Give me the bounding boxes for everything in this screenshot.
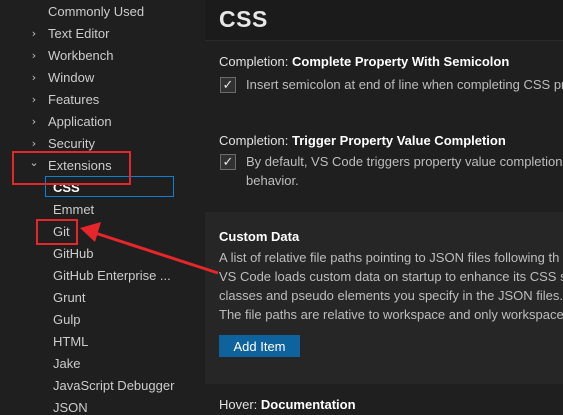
check-icon: ✓	[222, 77, 234, 93]
chevron-right-icon: ›	[31, 26, 37, 40]
tree-item-label: Commonly Used	[48, 3, 145, 19]
tree-item-label: JSON	[53, 399, 88, 415]
tree-item-security[interactable]: › Security	[0, 132, 233, 154]
tree-item-label: Git	[53, 223, 70, 239]
tree-item-label: JavaScript Debugger	[53, 377, 175, 393]
setting-name: Documentation	[260, 397, 356, 412]
tree-item-label: GitHub	[53, 245, 94, 261]
tree-item-label: Extensions	[48, 157, 112, 173]
setting-description: A list of relative file paths pointing t…	[219, 250, 560, 265]
tree-item-label: Text Editor	[48, 25, 110, 41]
page-title: CSS	[219, 6, 268, 32]
setting-category: Completion:	[219, 133, 292, 148]
tree-item-text-editor[interactable]: › Text Editor	[0, 22, 233, 44]
setting-description-line3: classes and pseudo elements you specify …	[219, 288, 563, 303]
check-icon: ✓	[222, 154, 234, 170]
settings-editor: CSS Completion: Complete Property With S…	[205, 0, 563, 415]
tree-item-label: Window	[48, 69, 95, 85]
chevron-down-icon: ⌄	[29, 155, 39, 169]
setting-title-custom-data: Custom Data	[219, 229, 299, 244]
chevron-right-icon: ›	[31, 114, 37, 128]
setting-title-hover-documentation: Hover: Documentation	[219, 397, 356, 412]
tree-item-commonly-used[interactable]: Commonly Used	[0, 0, 233, 22]
tree-item-label: Security	[48, 135, 95, 151]
setting-description-line2: VS Code loads custom data on startup to …	[219, 269, 563, 284]
tree-item-label: GitHub Enterprise ...	[53, 267, 171, 283]
setting-description-line2: behavior.	[246, 173, 299, 188]
tree-item-label: Grunt	[53, 289, 86, 305]
tree-item-label: Gulp	[53, 311, 81, 327]
chevron-right-icon: ›	[31, 70, 37, 84]
setting-name: Complete Property With Semicolon	[291, 54, 510, 69]
tree-item-label: Emmet	[53, 201, 95, 217]
setting-name: Custom Data	[219, 229, 300, 244]
chevron-right-icon: ›	[31, 92, 37, 106]
tree-item-label: Jake	[53, 355, 81, 371]
setting-title-trigger-completion: Completion: Trigger Property Value Compl…	[219, 133, 506, 148]
tree-item-label: Application	[48, 113, 112, 129]
setting-description: By default, VS Code triggers property va…	[246, 154, 563, 169]
tree-item-window[interactable]: › Window	[0, 66, 233, 88]
tree-item-extensions[interactable]: ⌄ Extensions	[0, 154, 233, 176]
tree-item-application[interactable]: › Application	[0, 110, 233, 132]
setting-category: Completion:	[219, 54, 292, 69]
checkbox-complete-semicolon[interactable]: ✓	[220, 77, 236, 93]
setting-category: Hover:	[219, 397, 261, 412]
setting-name: Trigger Property Value Completion	[291, 133, 506, 148]
tree-item-label: HTML	[53, 333, 89, 349]
tree-item-label: CSS	[53, 179, 80, 195]
setting-title-complete-semicolon: Completion: Complete Property With Semic…	[219, 54, 509, 69]
chevron-right-icon: ›	[31, 48, 37, 62]
tree-item-label: Features	[48, 91, 100, 107]
tree-item-label: Workbench	[48, 47, 114, 63]
checkbox-trigger-completion[interactable]: ✓	[220, 154, 236, 170]
settings-window: Commonly Used › Text Editor › Workbench …	[0, 0, 563, 415]
setting-description-line4: The file paths are relative to workspace…	[219, 307, 563, 322]
tree-item-workbench[interactable]: › Workbench	[0, 44, 233, 66]
tree-item-features[interactable]: › Features	[0, 88, 233, 110]
chevron-right-icon: ›	[31, 136, 37, 150]
add-item-button[interactable]: Add Item	[219, 335, 300, 357]
settings-tree: Commonly Used › Text Editor › Workbench …	[0, 0, 205, 415]
setting-description: Insert semicolon at end of line when com…	[246, 77, 563, 92]
